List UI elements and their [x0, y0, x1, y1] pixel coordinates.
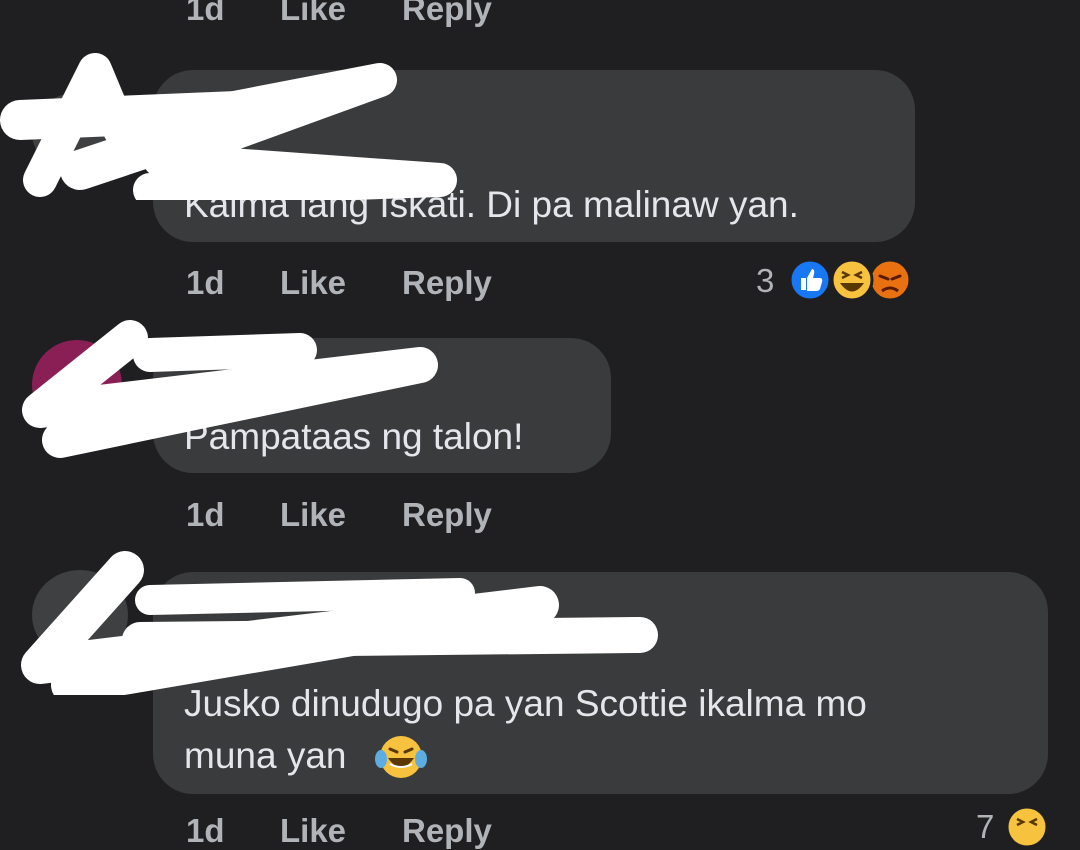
like-button[interactable]: Like	[280, 264, 346, 302]
like-button[interactable]: Like	[280, 496, 346, 534]
reply-button[interactable]: Reply	[402, 812, 492, 850]
reaction-count: 7	[976, 808, 995, 845]
like-button[interactable]: Like	[280, 812, 346, 850]
reply-button[interactable]: Reply	[402, 496, 492, 534]
like-reaction-icon	[788, 258, 832, 302]
angry-reaction-icon	[868, 258, 912, 302]
redaction-scribble	[21, 551, 658, 695]
haha-reaction-icon[interactable]	[1004, 804, 1050, 850]
timestamp: 1d	[186, 812, 225, 849]
timestamp: 1d	[186, 264, 225, 301]
reaction-count: 3	[756, 262, 775, 299]
like-button[interactable]: Like	[280, 0, 346, 28]
reply-button[interactable]: Reply	[402, 0, 492, 28]
comment-text-line-2: muna yan	[184, 735, 347, 776]
haha-reaction-icon	[830, 258, 874, 302]
reaction-icons	[788, 258, 912, 302]
redaction-scribble	[0, 53, 457, 200]
reply-button[interactable]: Reply	[402, 264, 492, 302]
comment-text-line-1: Jusko dinudugo pa yan Scottie ikalma mo	[184, 683, 867, 724]
timestamp: 1d	[186, 496, 225, 533]
timestamp: 1d	[186, 0, 225, 27]
crying-laughing-emoji	[375, 736, 427, 778]
redaction-scribble	[22, 320, 438, 458]
